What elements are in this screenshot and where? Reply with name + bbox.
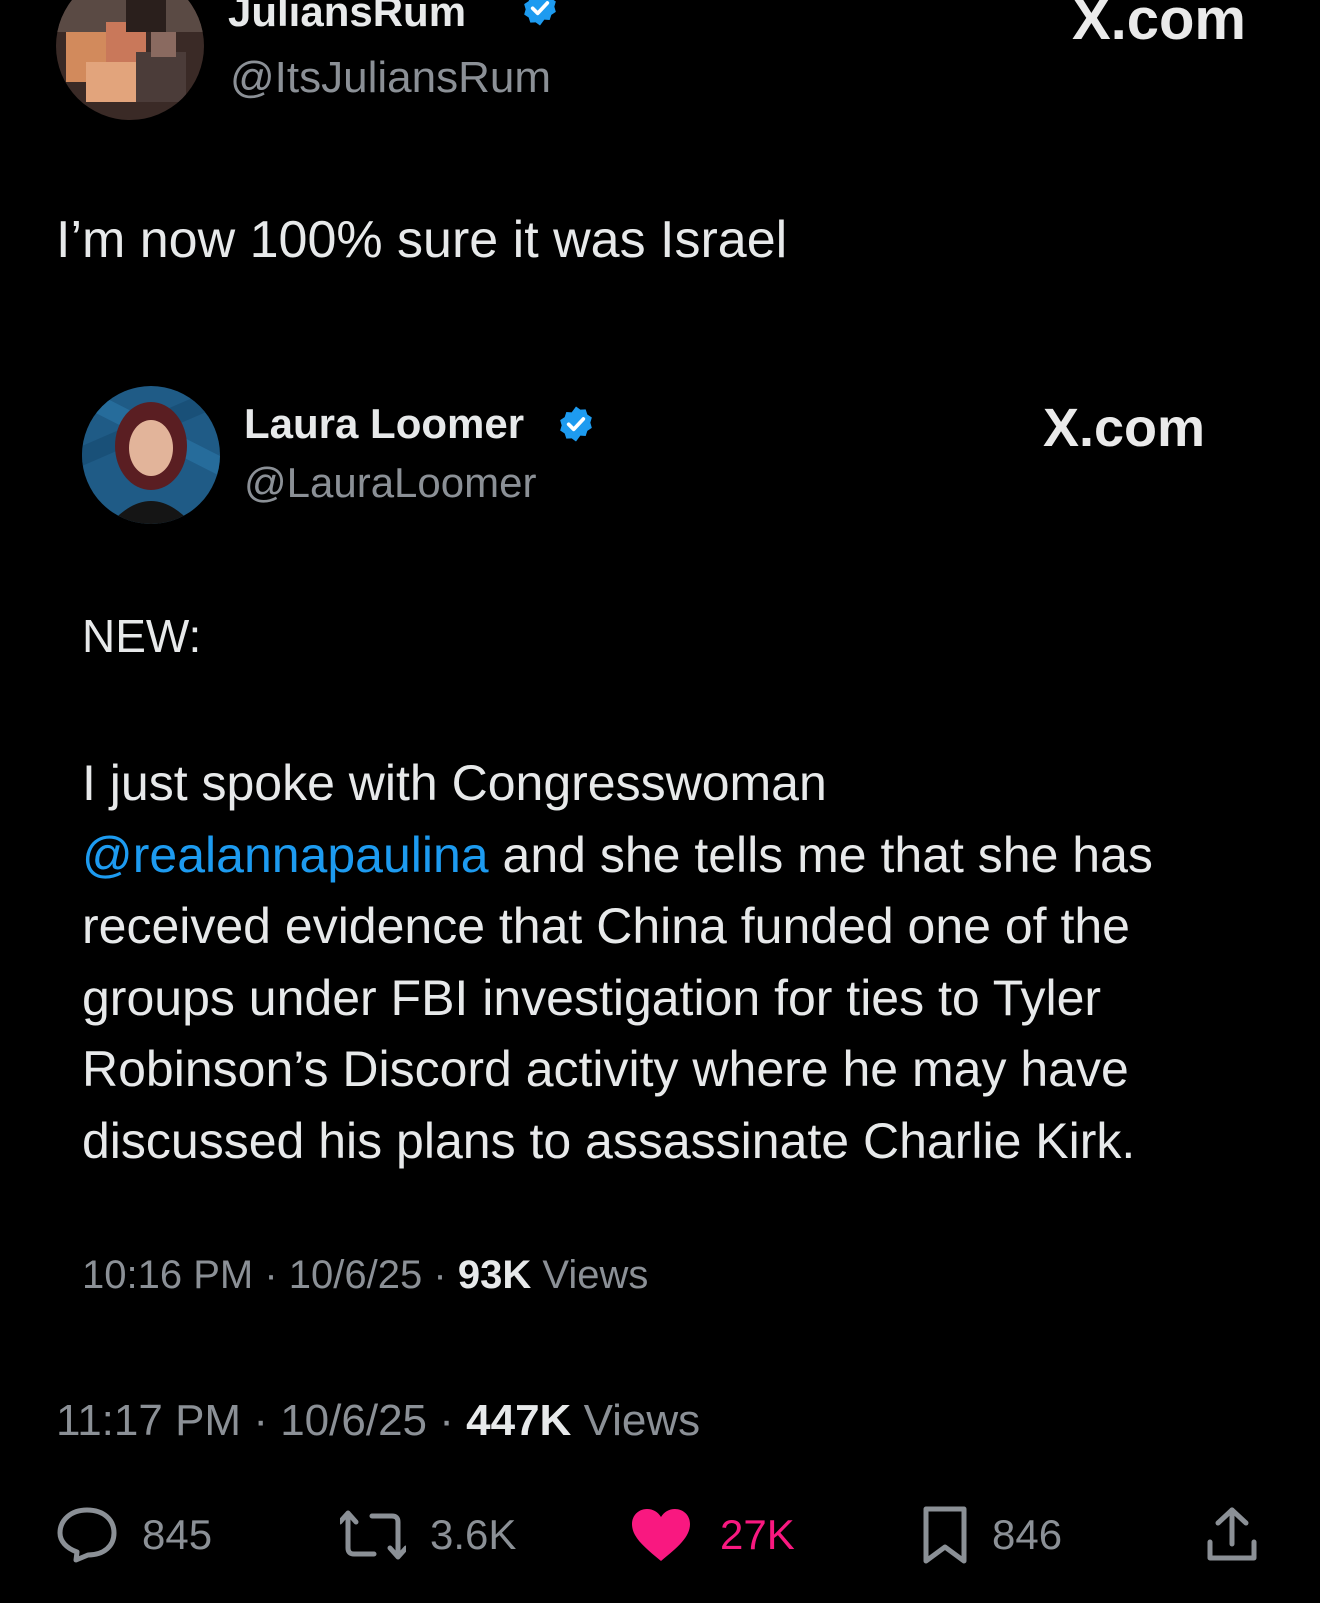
quoted-source-label: X.com: [1042, 398, 1205, 458]
repost-button[interactable]: 3.6K: [340, 1500, 516, 1570]
meta-separator: ·: [433, 1253, 447, 1297]
verified-badge-icon: [556, 404, 596, 444]
quoted-body-start: I just spoke with Congresswoman: [82, 755, 827, 811]
like-count: 27K: [720, 1511, 795, 1558]
share-icon: [1206, 1506, 1258, 1564]
outer-meta: 11:17 PM · 10/6/25 · 447K Views: [56, 1394, 700, 1448]
quoted-views-label: Views: [542, 1253, 649, 1297]
quoted-handle[interactable]: @LauraLoomer: [244, 458, 536, 508]
quoted-meta: 10:16 PM · 10/6/25 · 93K Views: [82, 1250, 648, 1300]
outer-views-count: 447K: [466, 1396, 572, 1445]
meta-separator: ·: [264, 1253, 278, 1297]
outer-source-label: X.com: [1071, 0, 1246, 52]
mention-link[interactable]: @realannapaulina: [82, 827, 489, 883]
meta-separator: ·: [439, 1396, 454, 1445]
outer-tweet-text: I’m now 100% sure it was Israel: [56, 211, 788, 269]
reply-button[interactable]: 845: [56, 1500, 212, 1570]
verified-badge-icon: [520, 0, 560, 28]
quoted-lead-text: NEW:: [82, 610, 202, 662]
reply-count: 845: [142, 1511, 213, 1558]
repost-icon: [340, 1508, 406, 1562]
outer-handle[interactable]: @ItsJuliansRum: [230, 52, 551, 104]
like-icon: [630, 1507, 692, 1563]
bookmark-count: 846: [992, 1511, 1063, 1558]
bookmark-button[interactable]: 846: [922, 1500, 1062, 1570]
quoted-views-count: 93K: [457, 1253, 532, 1297]
quoted-avatar[interactable]: [82, 386, 220, 524]
quoted-tweet-body: I just spoke with Congresswoman @realanna…: [82, 748, 1242, 1177]
repost-count: 3.6K: [430, 1511, 517, 1558]
like-button[interactable]: 27K: [630, 1500, 795, 1570]
outer-display-name[interactable]: JuliansRum: [228, 0, 466, 36]
outer-date[interactable]: 10/6/25: [280, 1396, 427, 1445]
share-button[interactable]: [1206, 1500, 1258, 1570]
outer-views-label: Views: [583, 1396, 701, 1445]
outer-time[interactable]: 11:17 PM: [56, 1396, 241, 1445]
bookmark-icon: [922, 1505, 968, 1565]
quoted-date[interactable]: 10/6/25: [289, 1253, 422, 1297]
quoted-display-name[interactable]: Laura Loomer: [244, 400, 524, 448]
outer-avatar[interactable]: [56, 0, 204, 120]
quoted-time[interactable]: 10:16 PM: [82, 1253, 253, 1297]
meta-separator: ·: [253, 1396, 268, 1445]
reply-icon: [56, 1506, 118, 1564]
